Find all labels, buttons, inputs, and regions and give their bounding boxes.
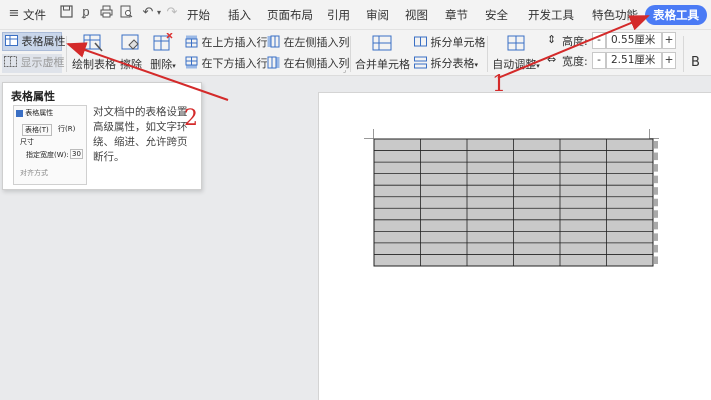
annotation-arrow-1 — [497, 15, 650, 79]
annotation-label-1: 1 — [492, 72, 506, 97]
annotation-arrows — [66, 15, 650, 101]
annotation-label-2: 2 — [184, 106, 198, 131]
annotation-arrow-2 — [66, 42, 229, 101]
